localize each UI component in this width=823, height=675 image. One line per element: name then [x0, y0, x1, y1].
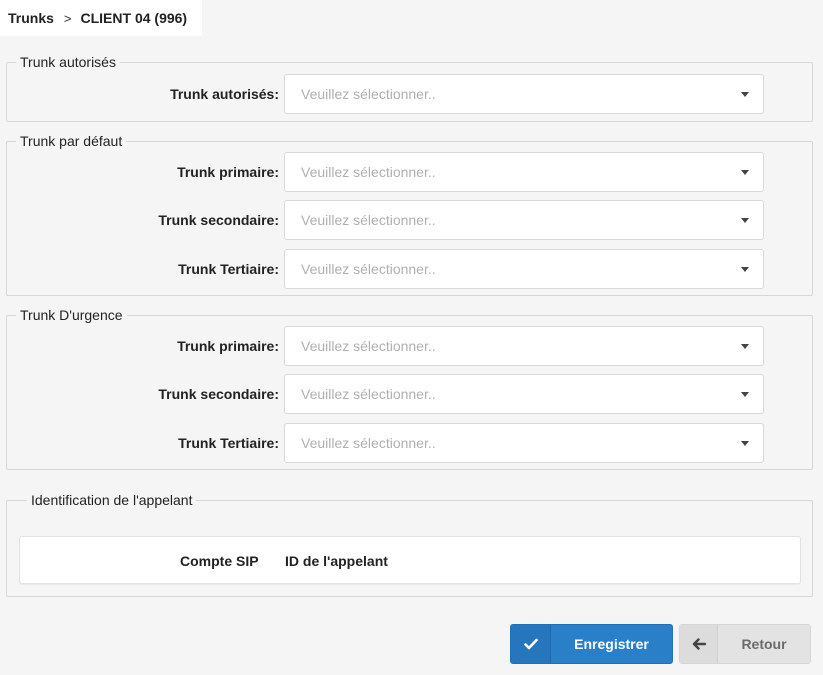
- emergency-primary-trunk-select[interactable]: Veuillez sélectionner..: [284, 326, 764, 366]
- save-button[interactable]: Enregistrer: [510, 624, 673, 664]
- field-label: Trunk secondaire:: [158, 386, 279, 402]
- emergency-tertiary-trunk-select[interactable]: Veuillez sélectionner..: [284, 423, 764, 463]
- chevron-right-icon: >: [63, 10, 72, 26]
- caret-down-icon: [741, 441, 749, 446]
- section-legend: Trunk par défaut: [16, 133, 127, 149]
- default-secondary-trunk-select[interactable]: Veuillez sélectionner..: [284, 200, 764, 240]
- select-placeholder: Veuillez sélectionner..: [301, 386, 436, 402]
- select-placeholder: Veuillez sélectionner..: [301, 261, 436, 277]
- select-placeholder: Veuillez sélectionner..: [301, 212, 436, 228]
- breadcrumb-parent-link[interactable]: Trunks: [8, 10, 54, 26]
- caret-down-icon: [741, 267, 749, 272]
- section-legend: Trunk D'urgence: [16, 307, 127, 323]
- field-label: Trunk Tertiaire:: [178, 435, 279, 451]
- section-emergency-trunks: Trunk D'urgence Trunk primaire: Veuillez…: [6, 307, 813, 470]
- form-row: Trunk secondaire: Veuillez sélectionner.…: [7, 374, 812, 414]
- default-tertiary-trunk-select[interactable]: Veuillez sélectionner..: [284, 249, 764, 289]
- field-label: Trunk primaire:: [177, 338, 279, 354]
- section-caller-id: Identification de l'appelant Compte SIP …: [6, 492, 813, 597]
- form-row: Trunk Tertiaire: Veuillez sélectionner..: [7, 423, 812, 463]
- form-row: Trunk Tertiaire: Veuillez sélectionner..: [7, 249, 812, 289]
- form-row: Trunk primaire: Veuillez sélectionner..: [7, 326, 812, 366]
- back-button[interactable]: Retour: [679, 624, 811, 664]
- field-label: Trunk autorisés:: [170, 86, 279, 102]
- field-label: Trunk primaire:: [177, 164, 279, 180]
- caret-down-icon: [741, 344, 749, 349]
- select-placeholder: Veuillez sélectionner..: [301, 86, 436, 102]
- select-placeholder: Veuillez sélectionner..: [301, 164, 436, 180]
- column-header-caller-id: ID de l'appelant: [285, 553, 388, 569]
- breadcrumb: Trunks > CLIENT 04 (996): [0, 0, 202, 36]
- emergency-secondary-trunk-select[interactable]: Veuillez sélectionner..: [284, 374, 764, 414]
- breadcrumb-current: CLIENT 04 (996): [80, 10, 188, 26]
- caller-id-table-header: Compte SIP ID de l'appelant: [19, 536, 801, 584]
- save-button-label: Enregistrer: [574, 636, 649, 652]
- caret-down-icon: [741, 218, 749, 223]
- arrow-left-icon: [680, 625, 718, 663]
- caret-down-icon: [741, 170, 749, 175]
- caret-down-icon: [741, 92, 749, 97]
- form-row: Trunk autorisés: Veuillez sélectionner..: [7, 74, 812, 114]
- section-default-trunks: Trunk par défaut Trunk primaire: Veuille…: [6, 133, 813, 296]
- caret-down-icon: [741, 392, 749, 397]
- section-legend: Trunk autorisés: [16, 54, 120, 70]
- select-placeholder: Veuillez sélectionner..: [301, 435, 436, 451]
- form-row: Trunk secondaire: Veuillez sélectionner.…: [7, 200, 812, 240]
- back-button-label: Retour: [741, 636, 787, 652]
- authorized-trunks-select[interactable]: Veuillez sélectionner..: [284, 74, 764, 114]
- check-icon: [511, 625, 551, 663]
- column-header-sip-account: Compte SIP: [180, 553, 259, 569]
- default-primary-trunk-select[interactable]: Veuillez sélectionner..: [284, 152, 764, 192]
- field-label: Trunk secondaire:: [158, 212, 279, 228]
- section-authorized-trunks: Trunk autorisés Trunk autorisés: Veuille…: [6, 54, 813, 122]
- select-placeholder: Veuillez sélectionner..: [301, 338, 436, 354]
- field-label: Trunk Tertiaire:: [178, 261, 279, 277]
- section-legend: Identification de l'appelant: [27, 492, 197, 508]
- form-row: Trunk primaire: Veuillez sélectionner..: [7, 152, 812, 192]
